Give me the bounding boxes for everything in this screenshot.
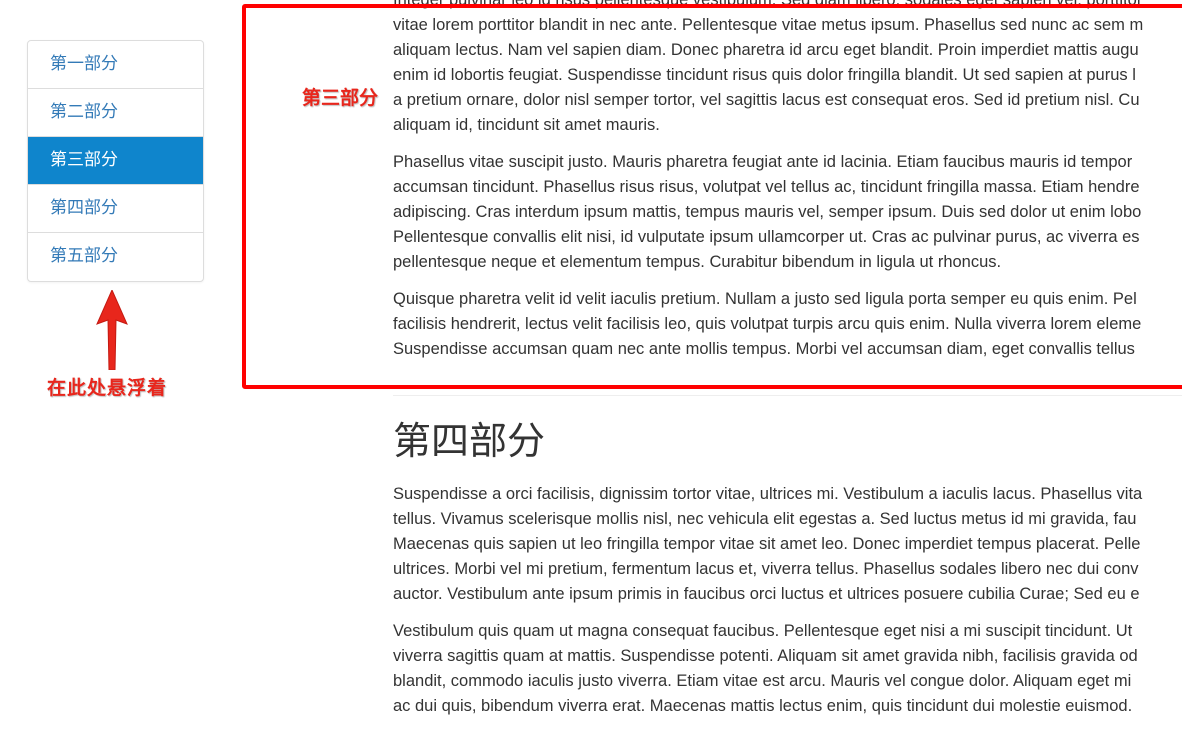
section-annotation-label: 第三部分	[302, 88, 379, 109]
sidenav-item-part3[interactable]: 第三部分	[28, 137, 203, 185]
paragraph: Quisque pharetra velit id velit iaculis …	[393, 290, 1142, 358]
paragraph: Vestibulum quis quam ut magna consequat …	[393, 622, 1138, 715]
paragraph: Suspendisse a orci facilisis, dignissim …	[393, 485, 1143, 603]
paragraph: Phasellus vitae suscipit justo. Mauris p…	[393, 153, 1142, 271]
section-divider	[393, 395, 1182, 396]
sidenav-item-part5[interactable]: 第五部分	[28, 233, 203, 281]
sidenav-item-part1[interactable]: 第一部分	[28, 41, 203, 89]
section-part4: 第四部分 Suspendisse a orci facilisis, digni…	[393, 412, 1142, 731]
hover-annotation-text: 在此处悬浮着	[47, 378, 168, 399]
section-part3: Integer pulvinar leo id risus pellentesq…	[393, 0, 1143, 374]
section-heading: 第四部分	[393, 419, 546, 463]
scrollspy-sidenav: 第一部分 第二部分 第三部分 第四部分 第五部分	[27, 40, 204, 282]
arrow-up-icon	[96, 290, 128, 370]
sidenav-item-part2[interactable]: 第二部分	[28, 89, 203, 137]
sidenav-item-part4[interactable]: 第四部分	[28, 185, 203, 233]
paragraph: Integer pulvinar leo id risus pellentesq…	[393, 0, 1144, 134]
